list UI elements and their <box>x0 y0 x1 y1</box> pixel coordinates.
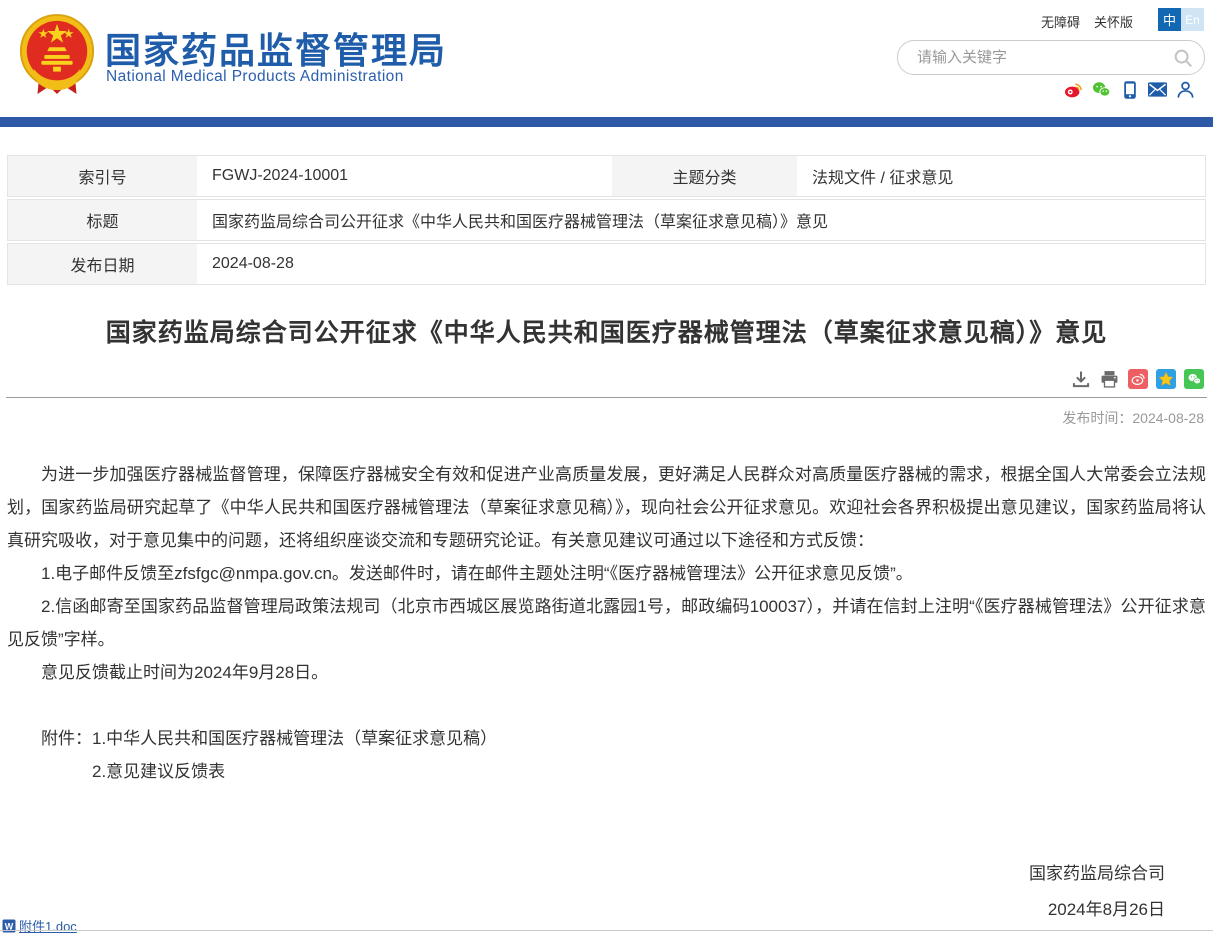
header-divider-bar <box>0 117 1213 127</box>
share-qzone-icon[interactable] <box>1156 369 1176 389</box>
paragraph: 为进一步加强医疗器械监督管理，保障医疗器械安全有效和促进产业高质量发展，更好满足… <box>7 458 1206 557</box>
attachment-file-name: 附件1.doc <box>19 916 77 935</box>
article-body: 为进一步加强医疗器械监督管理，保障医疗器械安全有效和促进产业高质量发展，更好满足… <box>7 458 1206 689</box>
attachments-list: 附件：1.中华人民共和国医疗器械管理法（草案征求意见稿） 2.意见建议反馈表 <box>7 722 1206 788</box>
weibo-icon[interactable] <box>1064 80 1083 99</box>
meta-row-title: 标题 国家药监局综合司公开征求《中华人民共和国医疗器械管理法（草案征求意见稿）》… <box>7 199 1206 241</box>
date-value: 2024-08-28 <box>197 244 1205 284</box>
search-icon[interactable] <box>1168 46 1198 70</box>
paragraph: 意见反馈截止时间为2024年9月28日。 <box>7 656 1206 689</box>
publish-time: 发布时间：2024-08-28 <box>7 408 1206 428</box>
print-icon[interactable] <box>1099 368 1120 389</box>
header-social-icons <box>1064 80 1195 99</box>
meta-row-index-category: 索引号 FGWJ-2024-10001 主题分类 法规文件 / 征求意见 <box>7 155 1206 197</box>
title-divider <box>6 397 1207 398</box>
national-emblem-logo <box>18 12 96 100</box>
attachment-item-2[interactable]: 2.意见建议反馈表 <box>7 755 1206 788</box>
download-icon[interactable] <box>1070 368 1091 389</box>
attachment-item-1[interactable]: 附件：1.中华人民共和国医疗器械管理法（草案征求意见稿） <box>7 722 1206 755</box>
site-header: 国家药品监督管理局 National Medical Products Admi… <box>0 0 1213 117</box>
article-signature: 国家药监局综合司 2024年8月26日 <box>1029 856 1165 928</box>
search-input[interactable] <box>915 48 1168 67</box>
index-value: FGWJ-2024-10001 <box>197 156 612 196</box>
share-wechat-icon[interactable] <box>1184 369 1204 389</box>
date-label: 发布日期 <box>8 244 197 284</box>
footer-top-border <box>0 930 1213 931</box>
search-box <box>897 40 1205 75</box>
signature-org: 国家药监局综合司 <box>1029 856 1165 892</box>
title-label: 标题 <box>8 200 197 240</box>
mail-icon[interactable] <box>1148 80 1167 99</box>
header-utility-links: 无障碍 关怀版 <box>1041 12 1133 31</box>
mobile-icon[interactable] <box>1120 80 1139 99</box>
category-value: 法规文件 / 征求意见 <box>797 156 1205 196</box>
document-meta-table: 索引号 FGWJ-2024-10001 主题分类 法规文件 / 征求意见 标题 … <box>7 155 1206 285</box>
care-version-link[interactable]: 关怀版 <box>1094 12 1133 31</box>
signature-date: 2024年8月26日 <box>1029 892 1165 928</box>
site-title: 国家药品监督管理局 <box>105 22 447 74</box>
category-label: 主题分类 <box>612 156 797 196</box>
meta-row-date: 发布日期 2024-08-28 <box>7 243 1206 285</box>
title-value: 国家药监局综合司公开征求《中华人民共和国医疗器械管理法（草案征求意见稿）》意见 <box>197 200 1205 240</box>
paragraph: 2.信函邮寄至国家药品监督管理局政策法规司（北京市西城区展览路街道北露园1号，邮… <box>7 590 1206 656</box>
attachments-label: 附件： <box>41 729 92 748</box>
accessibility-link[interactable]: 无障碍 <box>1041 12 1080 31</box>
index-label: 索引号 <box>8 156 197 196</box>
language-switcher: 中 En <box>1158 8 1204 31</box>
attachment-download-link[interactable]: W 附件1.doc <box>2 916 77 935</box>
lang-zh-button[interactable]: 中 <box>1158 8 1181 31</box>
article: 国家药监局综合司公开征求《中华人民共和国医疗器械管理法（草案征求意见稿）》意见 <box>7 313 1206 788</box>
share-weibo-icon[interactable] <box>1128 369 1148 389</box>
article-toolbar <box>7 368 1206 389</box>
paragraph: 1.电子邮件反馈至zfsfgc@nmpa.gov.cn。发送邮件时，请在邮件主题… <box>7 557 1206 590</box>
site-subtitle: National Medical Products Administration <box>106 68 404 86</box>
article-title: 国家药监局综合司公开征求《中华人民共和国医疗器械管理法（草案征求意见稿）》意见 <box>7 313 1206 349</box>
lang-en-button[interactable]: En <box>1181 8 1204 31</box>
user-icon[interactable] <box>1176 80 1195 99</box>
wechat-icon[interactable] <box>1092 80 1111 99</box>
